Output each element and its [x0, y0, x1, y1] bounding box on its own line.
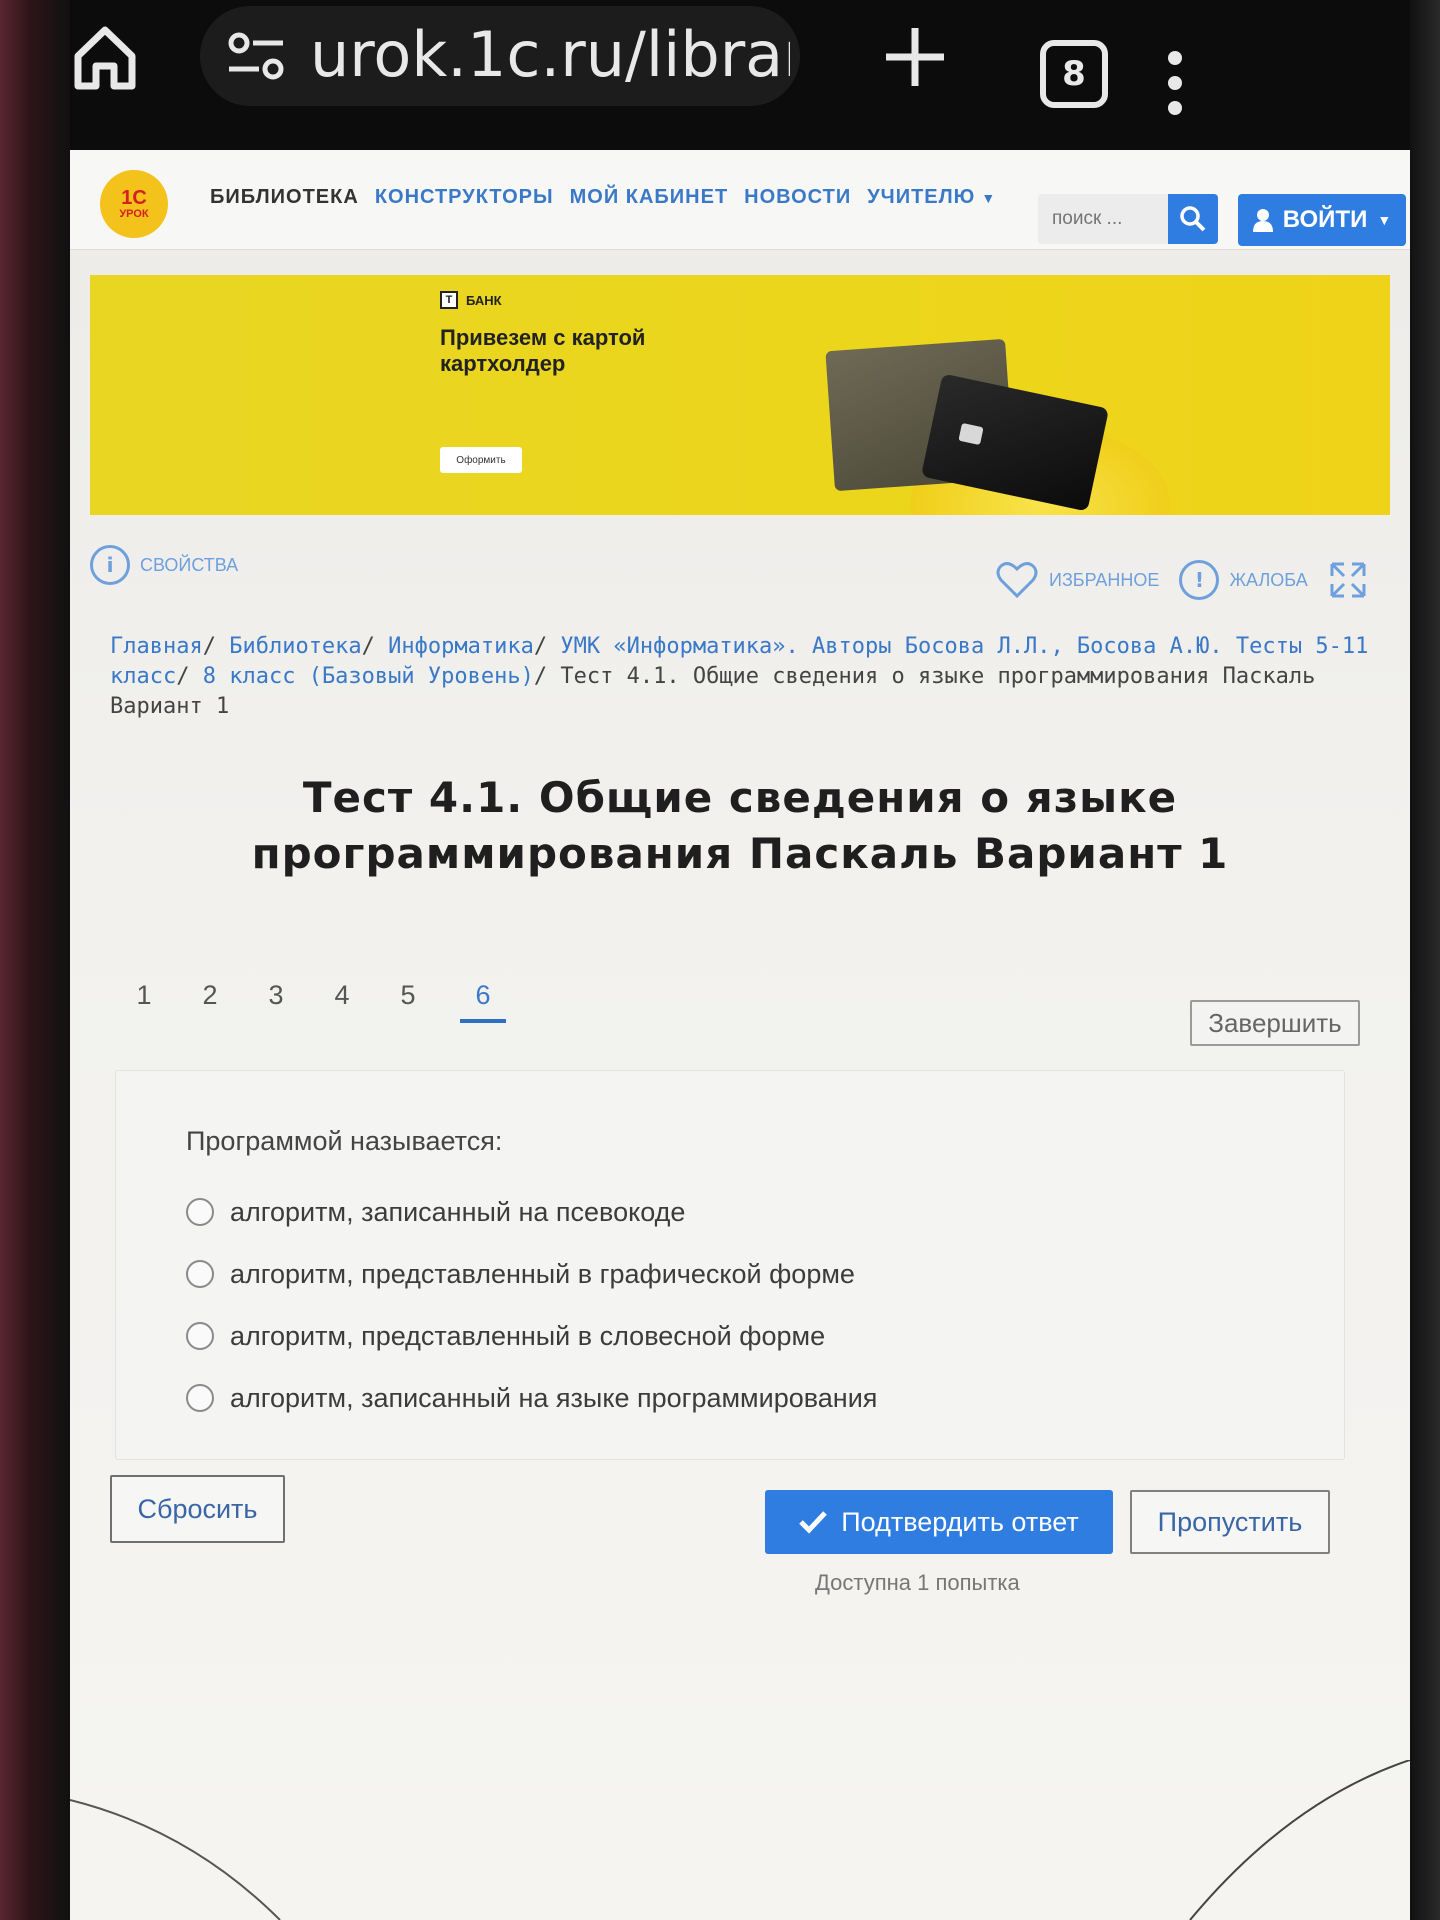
banner-headline: Привезем с картой картхолдер — [440, 325, 646, 376]
warning-icon[interactable]: ! — [1179, 560, 1220, 600]
answer-label: алгоритм, представленный в графической ф… — [230, 1258, 855, 1289]
phone-frame-right — [1410, 0, 1440, 1920]
ad-banner[interactable]: T БАНК Привезем с картой картхолдер Офор… — [90, 275, 1390, 515]
site-settings-icon[interactable] — [225, 25, 287, 87]
question-tab-6[interactable]: 6 — [460, 980, 506, 1023]
main-nav: БИБЛИОТЕКА КОНСТРУКТОРЫ МОЙ КАБИНЕТ НОВО… — [210, 186, 996, 209]
question-text: Программой называется: — [186, 1126, 503, 1156]
web-page: 1С УРОК БИБЛИОТЕКА КОНСТРУКТОРЫ МОЙ КАБИ… — [70, 150, 1410, 1920]
question-card: Программой называется: алгоритм, записан… — [115, 1070, 1345, 1460]
favorite-link[interactable]: ИЗБРАННОЕ — [1049, 570, 1159, 591]
breadcrumb: Главная/ Библиотека/ Информатика/ УМК «И… — [110, 634, 1369, 719]
info-icon: i — [90, 545, 130, 585]
nav-constructors[interactable]: КОНСТРУКТОРЫ — [375, 186, 554, 209]
search-button[interactable] — [1168, 194, 1218, 244]
question-tab-3[interactable]: 3 — [262, 980, 290, 1023]
more-menu-icon[interactable] — [1165, 48, 1185, 118]
answer-label: алгоритм, записанный на языке программир… — [230, 1382, 878, 1413]
skip-button[interactable]: Пропустить — [1130, 1490, 1330, 1554]
banner-button[interactable]: Оформить — [440, 447, 522, 473]
answer-option[interactable]: алгоритм, записанный на псевокоде — [186, 1181, 877, 1243]
answer-option[interactable]: алгоритм, представленный в словесной фор… — [186, 1305, 877, 1367]
chevron-down-icon: ▼ — [1377, 212, 1392, 228]
radio-button[interactable] — [186, 1198, 214, 1226]
bank-logo: T БАНК — [440, 291, 502, 309]
breadcrumb-library[interactable]: Библиотека — [229, 634, 361, 659]
screen-crack — [70, 1760, 1410, 1920]
answer-label: алгоритм, записанный на псевокоде — [230, 1196, 686, 1227]
chevron-down-icon: ▼ — [981, 190, 997, 206]
answer-label: алгоритм, представленный в словесной фор… — [230, 1320, 826, 1351]
nav-teacher[interactable]: УЧИТЕЛЮ ▼ — [867, 186, 996, 209]
bank-logo-icon: T — [440, 291, 458, 309]
fullscreen-icon[interactable] — [1328, 560, 1368, 600]
radio-button[interactable] — [186, 1260, 214, 1288]
login-button[interactable]: ВОЙТИ ▼ — [1238, 194, 1406, 246]
heart-icon[interactable] — [995, 560, 1039, 600]
answer-option[interactable]: алгоритм, представленный в графической ф… — [186, 1243, 877, 1305]
attempts-info: Доступна 1 попытка — [815, 1570, 1020, 1595]
breadcrumb-informatics[interactable]: Информатика — [388, 634, 534, 659]
phone-frame-left — [0, 0, 70, 1920]
breadcrumb-grade[interactable]: 8 класс (Базовый Уровень) — [203, 664, 534, 689]
nav-news[interactable]: НОВОСТИ — [744, 186, 851, 209]
question-tab-4[interactable]: 4 — [328, 980, 356, 1023]
site-header: 1С УРОК БИБЛИОТЕКА КОНСТРУКТОРЫ МОЙ КАБИ… — [70, 150, 1410, 250]
reset-button[interactable]: Сбросить — [110, 1475, 285, 1543]
question-tab-2[interactable]: 2 — [196, 980, 224, 1023]
radio-button[interactable] — [186, 1322, 214, 1350]
page-actions: ИЗБРАННОЕ ! ЖАЛОБА — [995, 560, 1368, 600]
new-tab-icon[interactable] — [880, 22, 950, 92]
site-logo[interactable]: 1С УРОК — [100, 170, 168, 238]
search-input[interactable] — [1038, 194, 1178, 244]
breadcrumb-home[interactable]: Главная — [110, 634, 203, 659]
confirm-answer-button[interactable]: Подтвердить ответ — [765, 1490, 1113, 1554]
question-tab-1[interactable]: 1 — [130, 980, 158, 1023]
answer-options: алгоритм, записанный на псевокоде алгори… — [186, 1181, 877, 1429]
nav-library[interactable]: БИБЛИОТЕКА — [210, 186, 359, 209]
nav-my-cabinet[interactable]: МОЙ КАБИНЕТ — [570, 186, 729, 209]
tabs-icon[interactable]: 8 — [1040, 40, 1108, 108]
address-url[interactable]: urok.1c.ru/librar — [310, 18, 790, 98]
radio-button[interactable] — [186, 1384, 214, 1412]
complaint-link[interactable]: ЖАЛОБА — [1229, 570, 1307, 591]
checkmark-icon — [799, 1511, 828, 1534]
properties-link[interactable]: i СВОЙСТВА — [90, 545, 238, 585]
user-icon — [1252, 209, 1273, 232]
answer-option[interactable]: алгоритм, записанный на языке программир… — [186, 1367, 877, 1429]
question-tab-5[interactable]: 5 — [394, 980, 422, 1023]
home-icon[interactable] — [70, 22, 140, 92]
finish-button[interactable]: Завершить — [1190, 1000, 1360, 1046]
search-icon — [1180, 206, 1206, 232]
question-pager: 1 2 3 4 5 6 — [130, 980, 506, 1023]
page-title: Тест 4.1. Общие сведения о языке програм… — [251, 773, 1229, 878]
